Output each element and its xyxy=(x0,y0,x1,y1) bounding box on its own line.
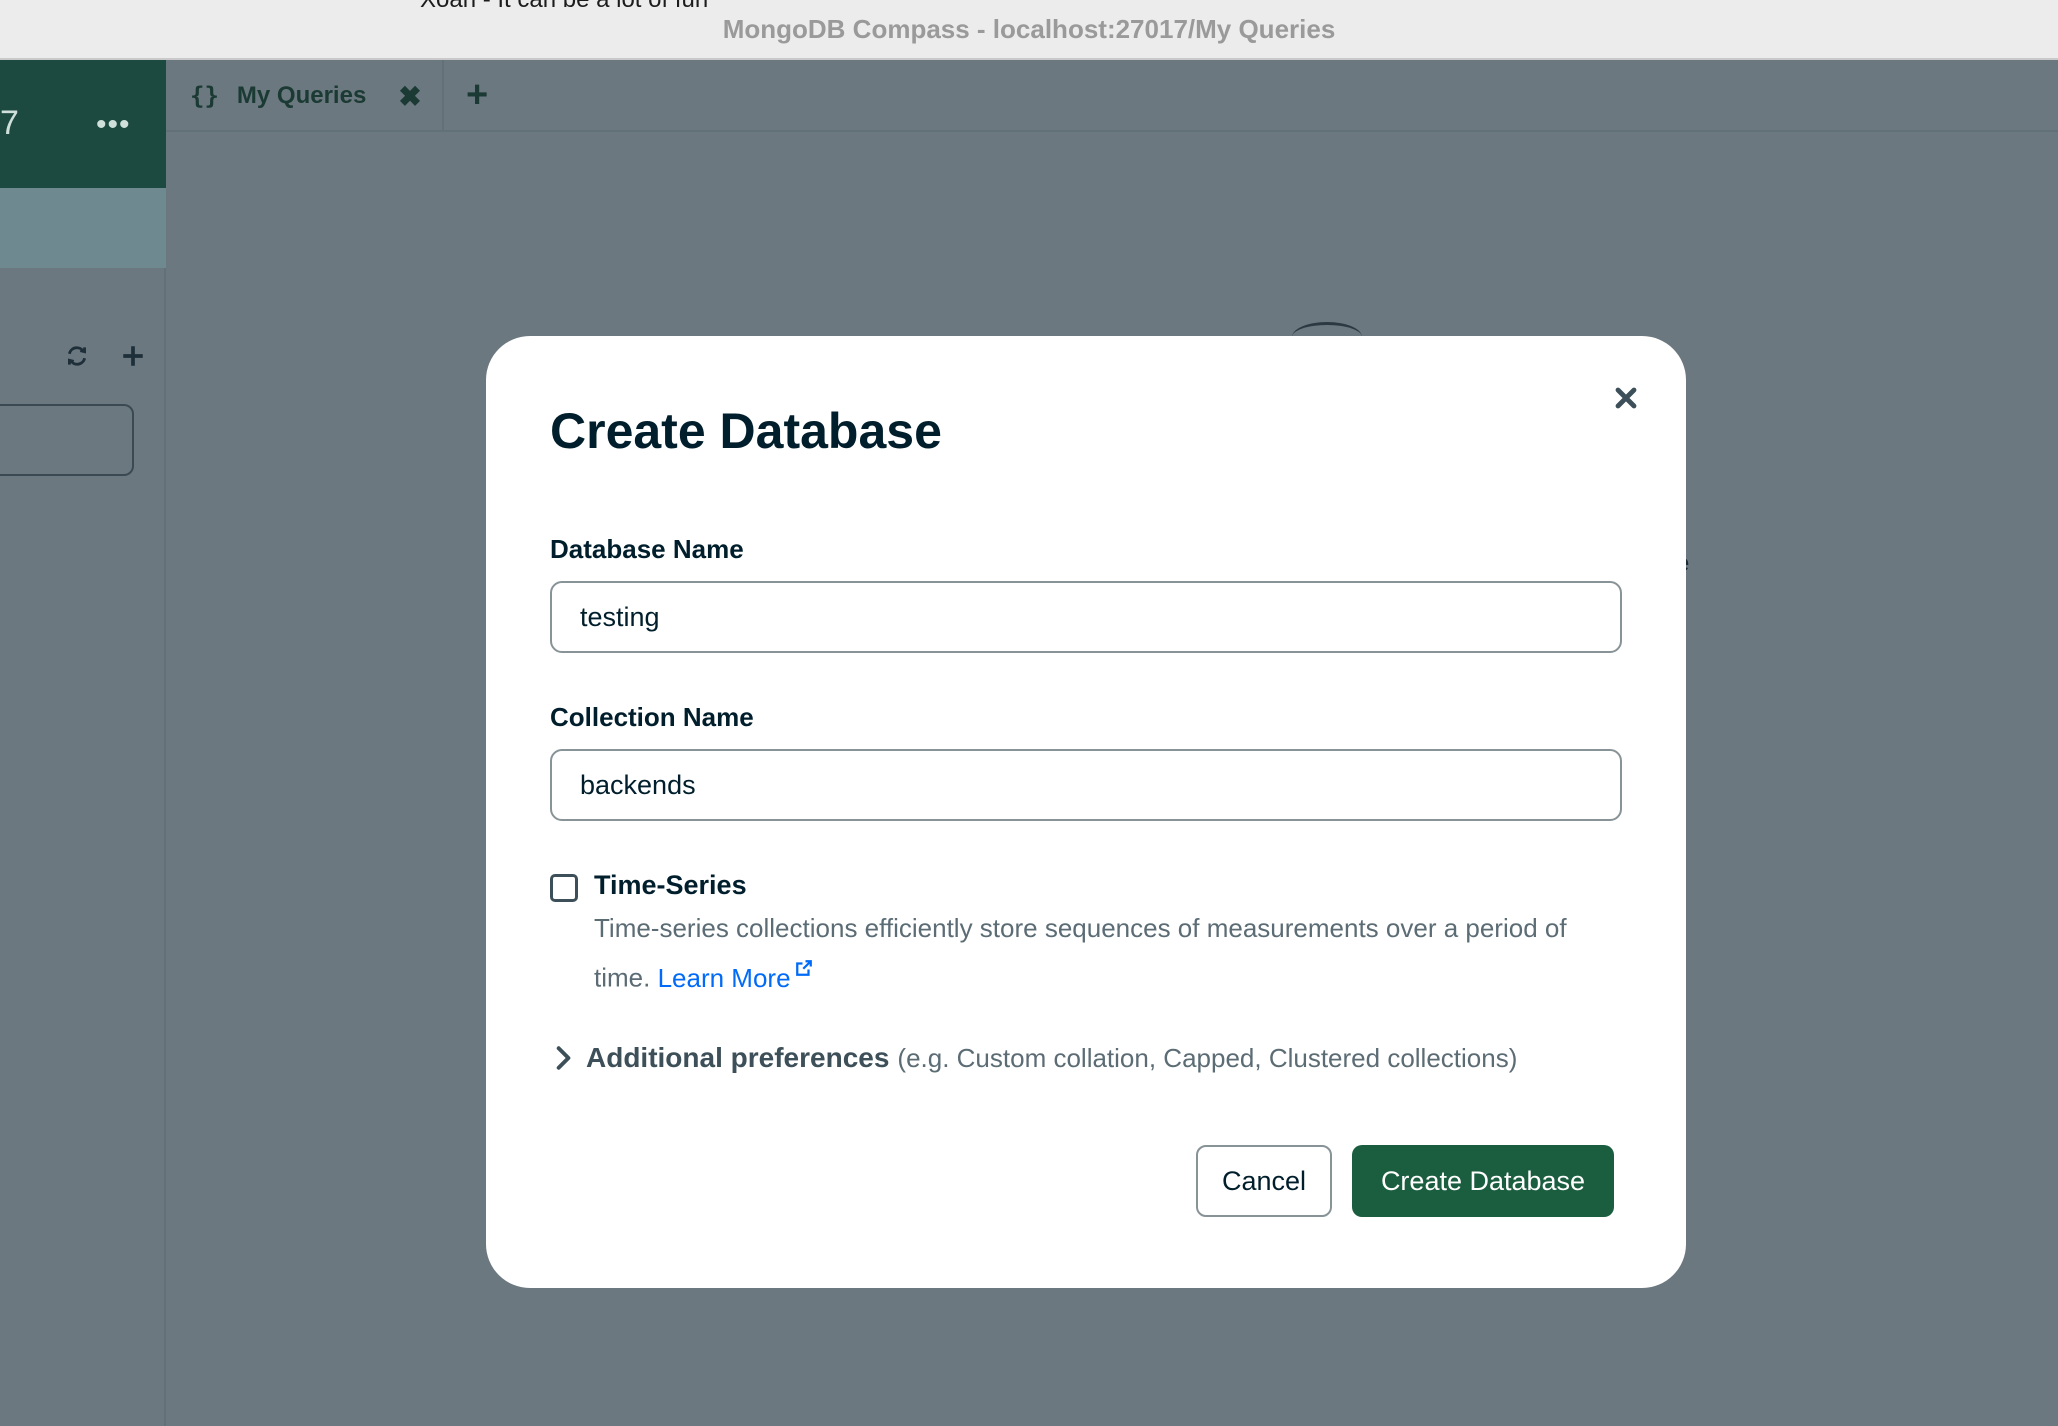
create-database-button[interactable]: Create Database xyxy=(1352,1145,1614,1217)
background-window-text: Xoan - It can be a lot of fun xyxy=(420,0,708,14)
connection-more-options-button[interactable]: ••• xyxy=(96,108,131,142)
external-link-icon xyxy=(795,948,813,988)
refresh-icon[interactable] xyxy=(64,343,90,374)
sidebar xyxy=(0,188,166,1426)
sidebar-active-item[interactable] xyxy=(0,188,166,268)
cancel-button[interactable]: Cancel xyxy=(1196,1145,1332,1217)
sidebar-filter-input[interactable] xyxy=(0,404,134,476)
tab-label: My Queries xyxy=(236,82,367,109)
modal-title: Create Database xyxy=(550,403,942,459)
time-series-checkbox[interactable] xyxy=(550,874,578,902)
learn-more-label: Learn More xyxy=(657,962,791,993)
connection-name-fragment: 7 xyxy=(0,104,19,142)
close-icon[interactable] xyxy=(1610,382,1642,414)
collection-name-label: Collection Name xyxy=(550,702,754,732)
time-series-description: Time-series collections efficiently stor… xyxy=(594,908,1624,998)
collection-name-input[interactable] xyxy=(550,749,1622,821)
tab-bar: {} My Queries ✖ + xyxy=(166,60,2058,132)
window-titlebar: Xoan - It can be a lot of fun MongoDB Co… xyxy=(0,0,2058,60)
additional-preferences-hint: (e.g. Custom collation, Capped, Clustere… xyxy=(897,1042,1518,1073)
additional-preferences-toggle[interactable]: Additional preferences (e.g. Custom coll… xyxy=(550,1042,1517,1074)
create-database-modal: Create Database Database Name Collection… xyxy=(486,336,1686,1288)
time-series-label: Time-Series xyxy=(594,870,747,900)
chevron-right-icon xyxy=(550,1045,576,1071)
database-name-input[interactable] xyxy=(550,581,1622,653)
new-tab-button[interactable]: + xyxy=(466,74,488,117)
plus-icon[interactable] xyxy=(120,343,146,374)
additional-preferences-label: Additional preferences xyxy=(586,1042,890,1073)
tab-my-queries[interactable]: {} My Queries ✖ xyxy=(166,60,444,132)
close-tab-icon[interactable]: ✖ xyxy=(398,80,421,113)
learn-more-link[interactable]: Learn More xyxy=(657,960,813,993)
braces-icon: {} xyxy=(190,82,219,110)
database-name-label: Database Name xyxy=(550,534,744,564)
window-title: MongoDB Compass - localhost:27017/My Que… xyxy=(722,13,1336,44)
connection-header: 7 ••• xyxy=(0,60,166,188)
